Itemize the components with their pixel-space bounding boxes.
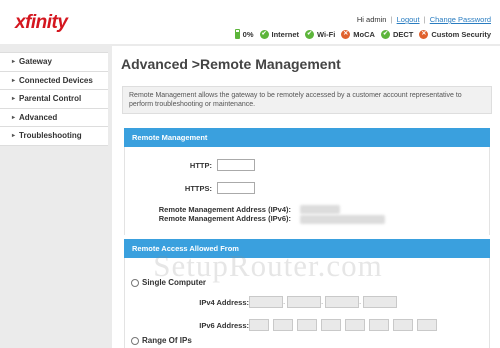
sidebar-item-label: Gateway: [19, 57, 52, 67]
divider: |: [423, 15, 426, 24]
sidebar-item-gateway[interactable]: ▸ Gateway: [0, 53, 108, 72]
sidebar-item-parental-control[interactable]: ▸ Parental Control: [0, 90, 108, 109]
check-icon: ✔: [259, 29, 269, 39]
ipv6-address-field-label: IPv6 Address:: [199, 321, 249, 330]
http-port-input[interactable]: [217, 159, 255, 171]
dot-separator: .: [359, 297, 362, 306]
status-custom-security: ✕ Custom Security: [419, 29, 491, 39]
battery-status: 0%: [234, 29, 254, 39]
ipv6-address-label: Remote Management Address (IPv6):: [158, 214, 291, 223]
sidebar-item-troubleshooting[interactable]: ▸ Troubleshooting: [0, 127, 108, 146]
x-icon: ✕: [341, 29, 351, 39]
range-of-ips-label: Range Of IPs: [142, 336, 192, 345]
range-of-ips-radio[interactable]: [131, 337, 139, 345]
triangle-right-icon: ▸: [12, 96, 16, 103]
ipv6-segment-5[interactable]: [345, 319, 365, 331]
ipv4-address-value: [300, 205, 340, 214]
ipv4-address-label: Remote Management Address (IPv4):: [158, 205, 291, 214]
status-label: Wi-Fi: [317, 29, 336, 39]
ipv6-segment-7[interactable]: [393, 319, 413, 331]
https-label: HTTPS:: [184, 184, 212, 193]
status-label: Custom Security: [431, 29, 491, 39]
triangle-right-icon: ▸: [12, 114, 16, 121]
status-bar: 0% ✔ Internet ✔ Wi-Fi ✕ MoCA ✔ DECT ✕ Cu…: [229, 28, 491, 40]
ipv4-octet-3[interactable]: [325, 296, 359, 308]
divider: |: [390, 15, 393, 24]
https-port-input[interactable]: [217, 182, 255, 194]
sidebar-item-label: Parental Control: [19, 94, 82, 104]
check-icon: ✔: [380, 29, 390, 39]
status-wifi: ✔ Wi-Fi: [305, 29, 336, 39]
sidebar-item-label: Advanced: [19, 112, 58, 122]
ipv6-segment-8[interactable]: [417, 319, 437, 331]
status-internet: ✔ Internet: [259, 29, 300, 39]
status-label: DECT: [392, 29, 414, 39]
x-icon: ✕: [419, 29, 429, 39]
sidebar-nav: ▸ Gateway ▸ Connected Devices ▸ Parental…: [0, 52, 108, 146]
ipv4-octet-2[interactable]: [287, 296, 321, 308]
ipv4-octet-1[interactable]: [249, 296, 283, 308]
description-box: Remote Management allows the gateway to …: [122, 86, 492, 114]
user-line: Hi admin | Logout | Change Password: [357, 15, 491, 24]
sidebar-item-advanced[interactable]: ▸ Advanced: [0, 108, 108, 127]
ipv4-address-field-label: IPv4 Address:: [199, 298, 249, 307]
sidebar-item-label: Troubleshooting: [19, 131, 82, 141]
sidebar-item-label: Connected Devices: [19, 75, 93, 85]
ipv6-segment-4[interactable]: [321, 319, 341, 331]
ipv6-segment-2[interactable]: [273, 319, 293, 331]
dot-separator: .: [283, 297, 286, 306]
greeting-text: Hi admin: [356, 15, 387, 24]
ipv6-address-value: [300, 215, 385, 224]
status-dect: ✔ DECT: [380, 29, 414, 39]
remote-management-panel: HTTP: HTTPS: Remote Management Address (…: [124, 147, 490, 235]
ipv6-segment-3[interactable]: [297, 319, 317, 331]
status-label: Internet: [271, 29, 300, 39]
single-computer-radio[interactable]: [131, 279, 139, 287]
check-icon: ✔: [305, 29, 315, 39]
ipv6-segment-1[interactable]: [249, 319, 269, 331]
ipv6-segment-6[interactable]: [369, 319, 389, 331]
dot-separator: .: [321, 297, 324, 306]
logout-link[interactable]: Logout: [397, 15, 420, 24]
change-password-link[interactable]: Change Password: [430, 15, 491, 24]
ipv4-octet-4[interactable]: [363, 296, 397, 308]
triangle-right-icon: ▸: [12, 133, 16, 140]
battery-icon: [234, 29, 240, 39]
http-label: HTTP:: [189, 161, 212, 170]
remote-management-header: Remote Management: [124, 128, 490, 147]
status-label: MoCA: [353, 29, 375, 39]
triangle-right-icon: ▸: [12, 59, 16, 66]
remote-access-header: Remote Access Allowed From: [124, 239, 490, 258]
page-title: Advanced >Remote Management: [121, 56, 341, 72]
remote-access-panel: Single Computer IPv4 Address: . . . IPv6…: [124, 258, 490, 348]
sidebar-item-connected-devices[interactable]: ▸ Connected Devices: [0, 71, 108, 90]
status-moca: ✕ MoCA: [341, 29, 375, 39]
battery-level: 0%: [242, 29, 254, 39]
xfinity-logo[interactable]: xfinity: [15, 12, 68, 34]
triangle-right-icon: ▸: [12, 77, 16, 84]
main-content: Advanced >Remote Management Remote Manag…: [112, 46, 500, 348]
top-header: xfinity Hi admin | Logout | Change Passw…: [0, 0, 500, 44]
single-computer-label: Single Computer: [142, 278, 207, 287]
